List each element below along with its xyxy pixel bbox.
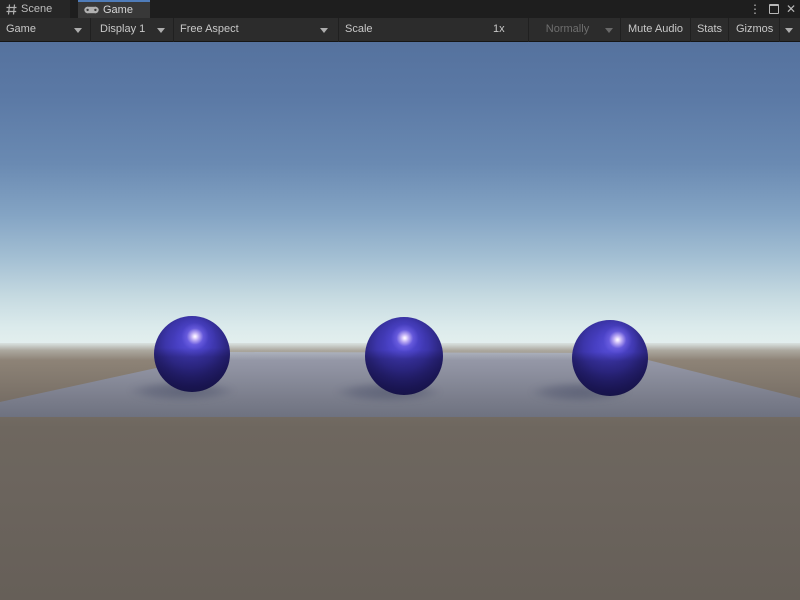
gamepad-icon <box>84 5 99 15</box>
kebab-menu-icon[interactable]: ⋮ <box>748 0 762 18</box>
tab-bar: Scene Game ⋮ ✕ <box>0 0 800 18</box>
scale-value: 1x <box>493 18 505 42</box>
tab-scene-label: Scene <box>21 3 52 15</box>
gizmos-dropdown[interactable]: Gizmos <box>729 18 800 42</box>
tab-game-label: Game <box>103 4 133 16</box>
unity-game-panel: Scene Game ⋮ ✕ Game Display 1 <box>0 0 800 600</box>
blue-sphere <box>154 316 230 392</box>
close-icon[interactable]: ✕ <box>782 0 800 18</box>
chevron-down-icon <box>320 28 328 33</box>
mute-audio-button[interactable]: Mute Audio <box>621 18 690 42</box>
scale-label: Scale <box>345 18 373 42</box>
stats-button[interactable]: Stats <box>691 18 728 42</box>
aspect-ratio-dropdown[interactable]: Free Aspect <box>174 18 338 42</box>
game-mode-dropdown[interactable]: Game <box>0 18 90 42</box>
grid-icon <box>6 4 17 15</box>
maximize-icon[interactable] <box>766 0 782 18</box>
chevron-down-icon <box>785 28 793 33</box>
chevron-down-icon <box>74 28 82 33</box>
chevron-down-icon <box>157 28 165 33</box>
blue-sphere <box>572 320 648 396</box>
blue-sphere <box>365 317 443 395</box>
tab-game[interactable]: Game <box>78 0 150 18</box>
tab-scene[interactable]: Scene <box>0 0 70 18</box>
game-viewport[interactable] <box>0 42 800 600</box>
scene-objects <box>0 42 800 600</box>
display-dropdown[interactable]: Display 1 <box>91 18 173 42</box>
playmode-dropdown[interactable]: Normally <box>529 18 620 42</box>
game-view-toolbar: Game Display 1 Free Aspect Scale 1x Norm… <box>0 18 800 42</box>
chevron-down-icon <box>605 28 613 33</box>
